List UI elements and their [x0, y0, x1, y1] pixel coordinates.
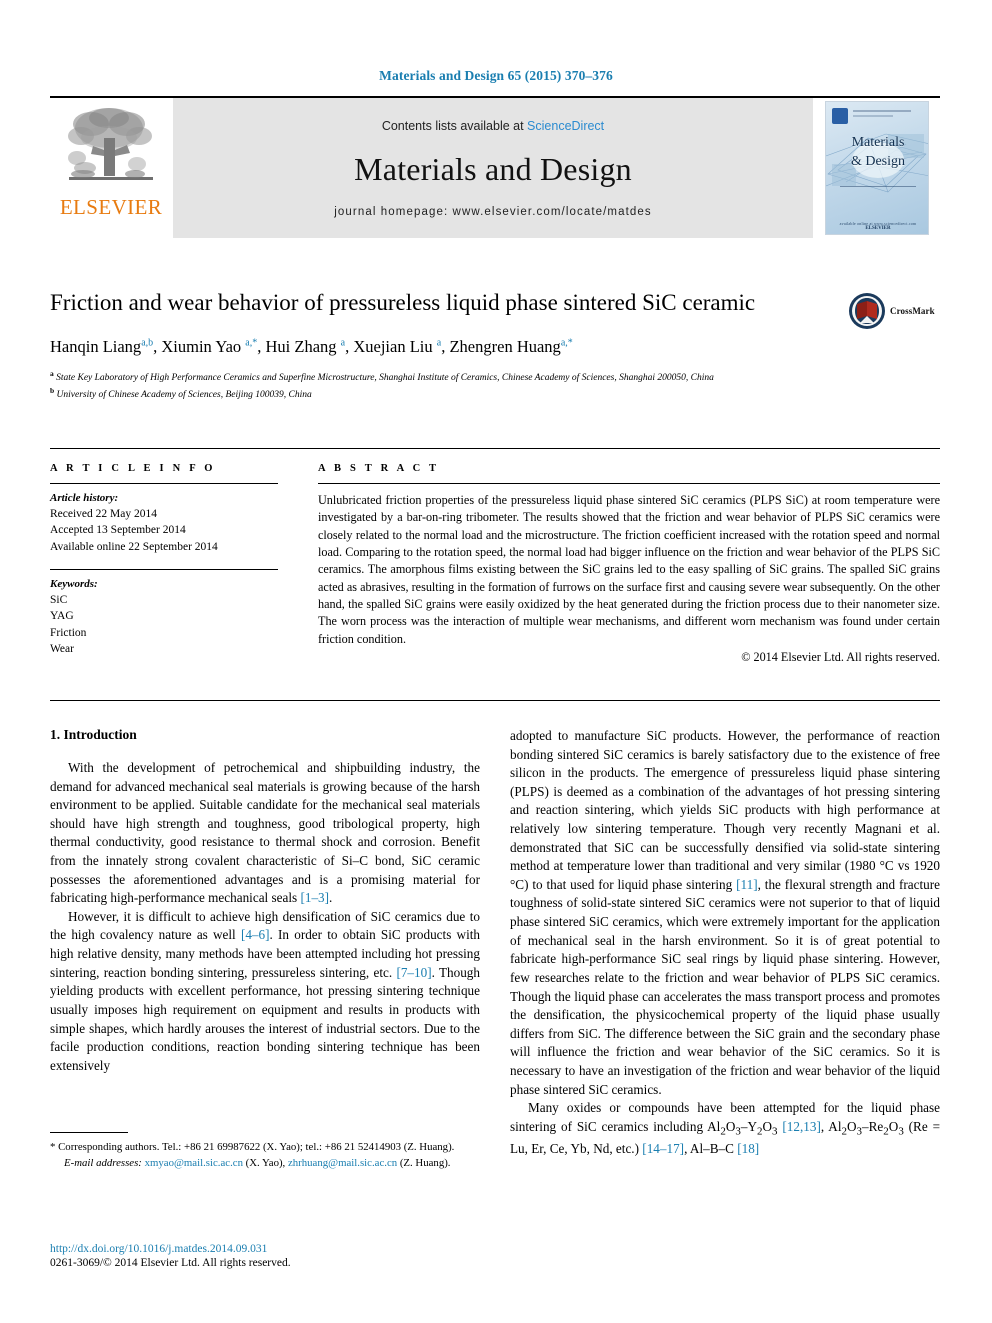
footnote-divider — [50, 1132, 128, 1133]
sciencedirect-link[interactable]: ScienceDirect — [527, 119, 604, 133]
elsevier-tree-icon — [68, 108, 153, 180]
keywords-label: Keywords: — [50, 577, 98, 590]
journal-masthead: ELSEVIER Contents lists available at Sci… — [50, 96, 940, 238]
article-history-accepted: Accepted 13 September 2014 — [50, 524, 186, 537]
page-title: Friction and wear behavior of pressurele… — [50, 290, 756, 315]
keyword-item: Wear — [50, 642, 74, 655]
paragraph: adopted to manufacture SiC products. How… — [510, 728, 940, 1097]
affiliation-b: b University of Chinese Academy of Scien… — [50, 386, 312, 401]
abstract-text: Unlubricated friction properties of the … — [318, 493, 940, 646]
abstract-copyright: © 2014 Elsevier Ltd. All rights reserved… — [741, 649, 940, 664]
cover-elsevier-icon — [832, 108, 848, 124]
affiliation-a: a State Key Laboratory of High Performan… — [50, 369, 714, 384]
contents-available-line: Contents lists available at ScienceDirec… — [382, 119, 604, 133]
page-footer: http://dx.doi.org/10.1016/j.matdes.2014.… — [50, 1243, 480, 1269]
footnote-emails: E-mail addresses: xmyao@mail.sic.ac.cn (… — [64, 1156, 451, 1169]
info-divider-mid — [50, 568, 278, 570]
journal-homepage-link[interactable]: journal homepage: www.elsevier.com/locat… — [334, 206, 651, 218]
crossmark-icon[interactable] — [848, 292, 886, 330]
paragraph: With the development of petrochemical an… — [50, 760, 480, 906]
article-info-heading: A R T I C L E I N F O — [50, 463, 216, 474]
footnote-corresponding: * Corresponding authors. Tel.: +86 21 69… — [50, 1141, 455, 1153]
cover-title: Materials & Design — [826, 134, 928, 172]
abstract-column: A B S T R A C T Unlubricated friction pr… — [300, 463, 940, 665]
journal-cover-image: Materials & Design available online at w… — [825, 101, 929, 235]
article-info-column: A R T I C L E I N F O Article history: R… — [50, 463, 300, 665]
crossmark-badge-group[interactable]: CrossMark — [848, 290, 940, 332]
affiliation-a-text: State Key Laboratory of High Performance… — [56, 373, 714, 384]
body-column-left: 1. Introduction With the development of … — [50, 727, 480, 1169]
title-block: Friction and wear behavior of pressurele… — [50, 288, 940, 403]
info-divider-top — [50, 483, 278, 484]
info-abstract-section: A R T I C L E I N F O Article history: R… — [50, 448, 940, 665]
cover-divider — [840, 186, 916, 187]
article-history-label: Article history: — [50, 492, 119, 504]
journal-banner: Contents lists available at ScienceDirec… — [172, 98, 814, 238]
cover-title-line1: Materials — [851, 135, 905, 150]
running-head: Materials and Design 65 (2015) 370–376 — [379, 68, 613, 83]
keyword-item: YAG — [50, 610, 74, 623]
cover-footer-brand: ELSEVIER — [865, 226, 891, 231]
abstract-heading: A B S T R A C T — [318, 463, 440, 474]
crossmark-label: CrossMark — [890, 306, 935, 316]
contents-prefix: Contents lists available at — [381, 118, 528, 133]
affiliations: a State Key Laboratory of High Performan… — [50, 369, 940, 403]
section-heading-introduction: 1. Introduction — [50, 727, 137, 742]
journal-title: Materials and Design — [354, 150, 632, 187]
elsevier-logo: ELSEVIER — [50, 98, 172, 238]
author-list: Hanqin Lianga,b, Xiumin Yao a,*, Hui Zha… — [50, 337, 573, 357]
corresponding-author-footnote: * Corresponding authors. Tel.: +86 21 69… — [50, 1132, 480, 1171]
paragraph: However, it is difficult to achieve high… — [50, 908, 480, 1073]
body-columns: 1. Introduction With the development of … — [50, 700, 940, 1169]
doi-link[interactable]: http://dx.doi.org/10.1016/j.matdes.2014.… — [50, 1243, 480, 1255]
cover-title-line2: & Design — [850, 153, 906, 169]
article-history-online: Available online 22 September 2014 — [50, 540, 218, 553]
keyword-item: SiC — [50, 593, 68, 606]
paragraph: Many oxides or compounds have been attem… — [510, 1100, 941, 1156]
keyword-item: Friction — [50, 626, 87, 639]
journal-cover-cell: Materials & Design available online at w… — [814, 98, 940, 238]
cover-header-rule — [853, 110, 911, 112]
issn-copyright-line: 0261-3069/© 2014 Elsevier Ltd. All right… — [50, 1257, 291, 1269]
cover-header-rule-2 — [853, 115, 893, 117]
elsevier-wordmark: ELSEVIER — [59, 195, 163, 219]
abstract-divider — [318, 483, 940, 484]
article-history-received: Received 22 May 2014 — [50, 508, 157, 520]
article-page: Materials and Design 65 (2015) 370–376 E… — [0, 0, 992, 1323]
affiliation-b-text: University of Chinese Academy of Science… — [56, 390, 312, 401]
body-column-right: adopted to manufacture SiC products. How… — [510, 727, 940, 1159]
